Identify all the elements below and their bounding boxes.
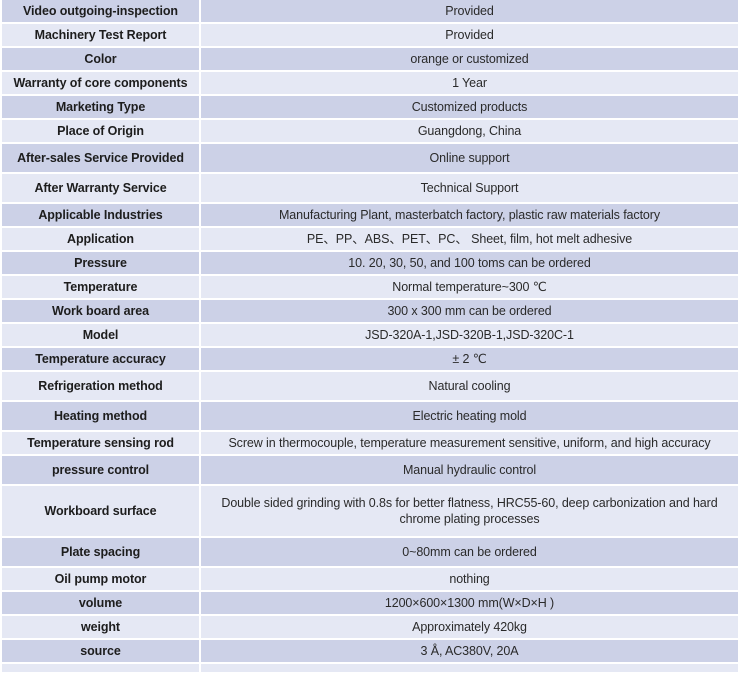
table-row: source 3 Å, AC380V, 20A	[0, 640, 738, 664]
spec-label-cell: source	[0, 640, 201, 664]
table-row: volume 1200×600×1300 mm(W×D×H )	[0, 592, 738, 616]
table-row: Video outgoing-inspection Provided	[0, 0, 738, 24]
table-row: weight Approximately 420kg	[0, 616, 738, 640]
spec-value-cell: Guangdong, China	[201, 120, 738, 144]
spec-value-cell: Electric heating mold	[201, 402, 738, 432]
spec-label-cell: Applicable Industries	[0, 204, 201, 228]
spec-value-cell: Provided	[201, 24, 738, 48]
spec-label-cell: Temperature	[0, 276, 201, 300]
spec-value-cell: orange or customized	[201, 48, 738, 72]
spec-label-cell: volume	[0, 592, 201, 616]
spec-label-cell: Temperature sensing rod	[0, 432, 201, 456]
spec-label-cell: After-sales Service Provided	[0, 144, 201, 174]
spec-label-cell: Heating method	[0, 402, 201, 432]
specification-rows: Video outgoing-inspection Provided Machine…	[0, 0, 738, 674]
spec-value-cell: 1 Year	[201, 72, 738, 96]
spec-value-cell: 10. 20, 30, 50, and 100 toms can be orde…	[201, 252, 738, 276]
spec-value-cell	[201, 664, 738, 674]
table-row: Model JSD-320A-1,JSD-320B-1,JSD-320C-1	[0, 324, 738, 348]
table-row: Refrigeration method Natural cooling	[0, 372, 738, 402]
table-row: Marketing Type Customized products	[0, 96, 738, 120]
spec-label-cell: Refrigeration method	[0, 372, 201, 402]
spec-label-cell: pressure control	[0, 456, 201, 486]
table-row: Work board area 300 x 300 mm can be order…	[0, 300, 738, 324]
spec-value-cell: Approximately 420kg	[201, 616, 738, 640]
spec-label-cell: Temperature accuracy	[0, 348, 201, 372]
spec-value-cell: ± 2 ℃	[201, 348, 738, 372]
spec-value-cell: 3 Å, AC380V, 20A	[201, 640, 738, 664]
table-row: Temperature Normal temperature~300 ℃	[0, 276, 738, 300]
spec-label-cell	[0, 664, 201, 674]
table-row: Temperature sensing rod Screw in thermoco…	[0, 432, 738, 456]
spec-label-cell: Work board area	[0, 300, 201, 324]
table-row: pressure control Manual hydraulic control	[0, 456, 738, 486]
table-row: Applicable Industries Manufacturing Plant…	[0, 204, 738, 228]
table-row: Color orange or customized	[0, 48, 738, 72]
spec-value-cell: 1200×600×1300 mm(W×D×H )	[201, 592, 738, 616]
spec-value-cell: Manual hydraulic control	[201, 456, 738, 486]
spec-value-cell: Provided	[201, 0, 738, 24]
spec-value-cell: Natural cooling	[201, 372, 738, 402]
spec-value-cell: 0~80mm can be ordered	[201, 538, 738, 568]
spec-label-cell: Video outgoing-inspection	[0, 0, 201, 24]
table-row: Application PE、PP、ABS、PET、PC、 Sheet, film…	[0, 228, 738, 252]
table-row: After Warranty Service Technical Support	[0, 174, 738, 204]
spec-value-cell: Double sided grinding with 0.8s for bett…	[201, 486, 738, 538]
spec-label-cell: Workboard surface	[0, 486, 201, 538]
spec-label-cell: After Warranty Service	[0, 174, 201, 204]
spec-value-cell: Customized products	[201, 96, 738, 120]
spec-label-cell: Marketing Type	[0, 96, 201, 120]
spec-value-cell: Manufacturing Plant, masterbatch factory…	[201, 204, 738, 228]
table-row: After-sales Service Provided Online suppo…	[0, 144, 738, 174]
spec-value-cell: Screw in thermocouple, temperature measu…	[201, 432, 738, 456]
product-specification-table: Video outgoing-inspection Provided Machine…	[0, 0, 738, 674]
spec-value-cell: Technical Support	[201, 174, 738, 204]
spec-label-cell: weight	[0, 616, 201, 640]
spec-label-cell: Model	[0, 324, 201, 348]
spec-label-cell: Plate spacing	[0, 538, 201, 568]
table-row: Oil pump motor nothing	[0, 568, 738, 592]
table-row: Machinery Test Report Provided	[0, 24, 738, 48]
spec-value-cell: 300 x 300 mm can be ordered	[201, 300, 738, 324]
spec-value-cell: PE、PP、ABS、PET、PC、 Sheet, film, hot melt …	[201, 228, 738, 252]
spec-value-cell: JSD-320A-1,JSD-320B-1,JSD-320C-1	[201, 324, 738, 348]
table-row: Heating method Electric heating mold	[0, 402, 738, 432]
table-row: Workboard surface Double sided grinding w…	[0, 486, 738, 538]
table-row: Plate spacing 0~80mm can be ordered	[0, 538, 738, 568]
spec-label-cell: Place of Origin	[0, 120, 201, 144]
spec-label-cell: Color	[0, 48, 201, 72]
table-row: Warranty of core components 1 Year	[0, 72, 738, 96]
table-row: Temperature accuracy ± 2 ℃	[0, 348, 738, 372]
spec-value-cell: Online support	[201, 144, 738, 174]
spec-value-cell: Normal temperature~300 ℃	[201, 276, 738, 300]
spec-label-cell: Warranty of core components	[0, 72, 201, 96]
spec-label-cell: Oil pump motor	[0, 568, 201, 592]
spec-value-cell: nothing	[201, 568, 738, 592]
spec-label-cell: Pressure	[0, 252, 201, 276]
table-row: Place of Origin Guangdong, China	[0, 120, 738, 144]
spec-label-cell: Machinery Test Report	[0, 24, 201, 48]
table-row	[0, 664, 738, 674]
spec-label-cell: Application	[0, 228, 201, 252]
table-row: Pressure 10. 20, 30, 50, and 100 toms can…	[0, 252, 738, 276]
